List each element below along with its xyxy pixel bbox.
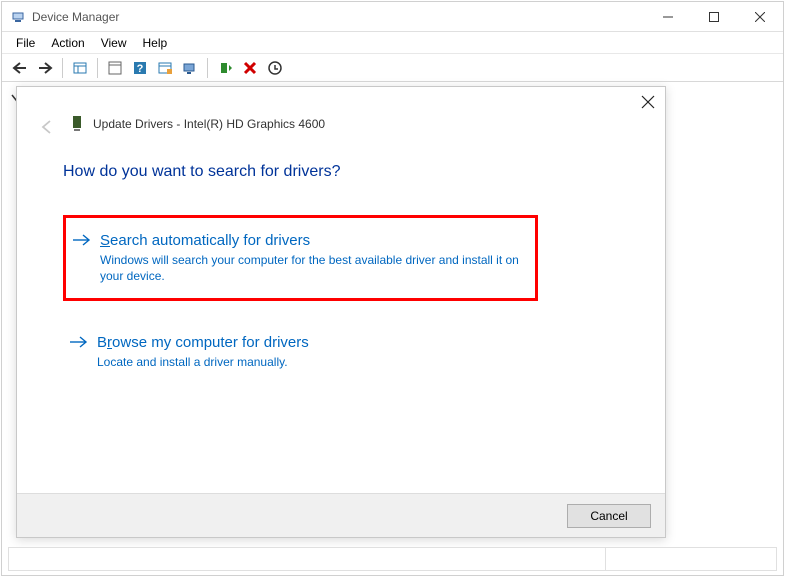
- menu-help[interactable]: Help: [135, 34, 176, 52]
- arrow-right-icon: [72, 232, 92, 248]
- show-hidden-icon[interactable]: [153, 57, 177, 79]
- device-icon: [71, 115, 85, 133]
- back-arrow-icon[interactable]: [8, 57, 32, 79]
- wizard-title: Update Drivers - Intel(R) HD Graphics 46…: [93, 117, 325, 131]
- close-button[interactable]: [737, 2, 783, 32]
- option-search-automatically[interactable]: Search automatically for drivers Windows…: [63, 215, 538, 301]
- window-title: Device Manager: [32, 10, 119, 24]
- option-title: Search automatically for drivers: [100, 232, 521, 249]
- forward-arrow-icon[interactable]: [33, 57, 57, 79]
- cancel-button[interactable]: Cancel: [567, 504, 651, 528]
- toolbar-separator: [97, 58, 98, 78]
- option-description: Locate and install a driver manually.: [97, 355, 524, 371]
- wizard-question: How do you want to search for drivers?: [63, 163, 340, 181]
- maximize-button[interactable]: [691, 2, 737, 32]
- help-icon[interactable]: ?: [128, 57, 152, 79]
- status-panel: [8, 547, 777, 571]
- option-description: Windows will search your computer for th…: [100, 253, 521, 284]
- option-browse-computer[interactable]: Browse my computer for drivers Locate an…: [63, 320, 538, 385]
- minimize-button[interactable]: [645, 2, 691, 32]
- menu-view[interactable]: View: [93, 34, 135, 52]
- enable-device-icon[interactable]: [213, 57, 237, 79]
- close-icon[interactable]: [641, 95, 655, 109]
- toolbar-separator: [207, 58, 208, 78]
- update-drivers-wizard: Update Drivers - Intel(R) HD Graphics 46…: [16, 86, 666, 538]
- properties-icon[interactable]: [68, 57, 92, 79]
- toolbar: ?: [2, 54, 783, 82]
- disable-device-icon[interactable]: [238, 57, 262, 79]
- wizard-footer: Cancel: [17, 493, 665, 537]
- wizard-header: Update Drivers - Intel(R) HD Graphics 46…: [71, 115, 325, 133]
- back-icon[interactable]: [37, 117, 57, 137]
- content-area: Update Drivers - Intel(R) HD Graphics 46…: [2, 82, 783, 575]
- menu-action[interactable]: Action: [43, 34, 92, 52]
- app-icon: [10, 9, 26, 25]
- menubar: File Action View Help: [2, 32, 783, 54]
- window-controls: [645, 2, 783, 32]
- refresh-icon[interactable]: [103, 57, 127, 79]
- titlebar: Device Manager: [2, 2, 783, 32]
- svg-text:?: ?: [137, 63, 144, 75]
- device-manager-window: Device Manager File Action View Help: [1, 1, 784, 576]
- scan-hardware-icon[interactable]: [178, 57, 202, 79]
- menu-file[interactable]: File: [8, 34, 43, 52]
- arrow-right-icon: [69, 334, 89, 350]
- uninstall-icon[interactable]: [263, 57, 287, 79]
- toolbar-separator: [62, 58, 63, 78]
- option-title: Browse my computer for drivers: [97, 334, 524, 351]
